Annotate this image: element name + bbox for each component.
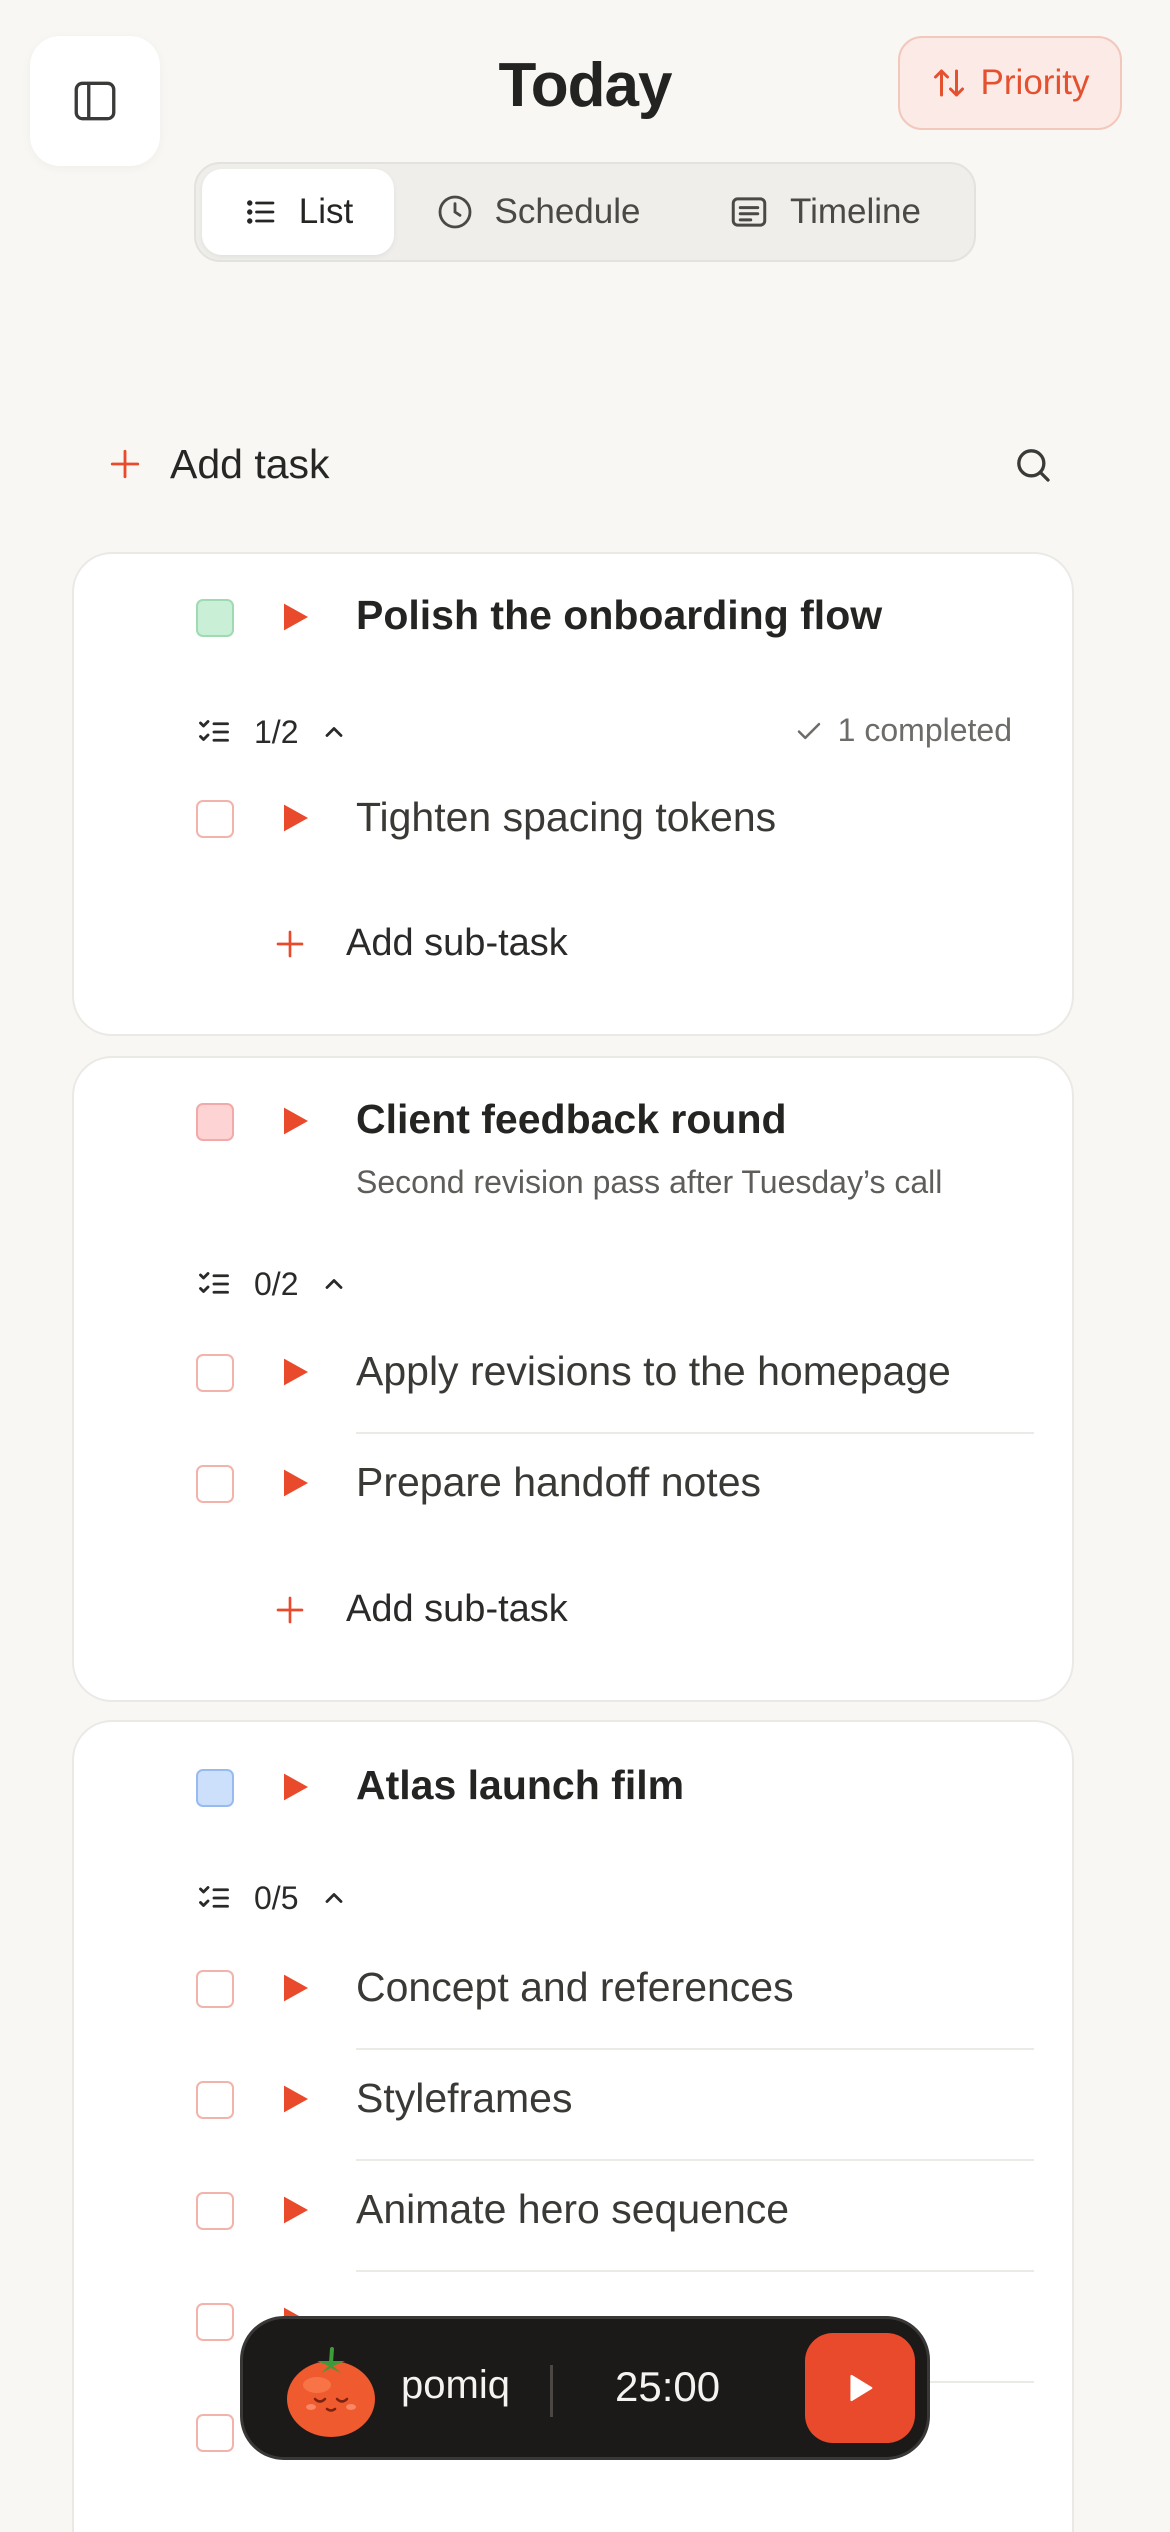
timer-divider [550, 2365, 553, 2417]
task-checkbox[interactable] [196, 1103, 234, 1141]
tab-list-label: List [298, 192, 354, 231]
subtask-checkbox[interactable] [196, 2081, 234, 2119]
subtask-progress-toggle[interactable]: 0/5 [196, 1878, 348, 1918]
priority-flag-icon [284, 804, 308, 832]
sort-arrows-icon [933, 69, 964, 97]
completed-toggle[interactable]: 1 completed [794, 712, 1012, 749]
subtask-title[interactable]: Prepare handoff notes [356, 1459, 761, 1506]
subtask-progress-toggle[interactable]: 1/2 [196, 712, 348, 752]
checklist-icon [199, 720, 229, 742]
subtask-title[interactable]: Styleframes [356, 2075, 572, 2122]
subtask-divider [356, 2159, 1034, 2161]
search-icon [1017, 449, 1050, 482]
view-switcher: List Schedule Timeline [194, 162, 976, 262]
subtask-checkbox[interactable] [196, 2414, 234, 2452]
completed-count: 1 completed [837, 712, 1012, 748]
add-subtask-button[interactable]: Add sub-task [274, 922, 568, 965]
tab-schedule-label: Schedule [494, 192, 641, 231]
task-title[interactable]: Atlas launch film [356, 1762, 684, 1809]
start-timer-button[interactable] [805, 2333, 915, 2443]
subtask-divider [356, 1432, 1034, 1434]
subtask-title[interactable]: Tighten spacing tokens [356, 794, 776, 841]
task-title[interactable]: Client feedback round [356, 1096, 787, 1143]
checklist-icon [199, 1272, 229, 1294]
subtask-checkbox[interactable] [196, 2303, 234, 2341]
plus-icon [110, 449, 140, 479]
task-card: Client feedback round Second revision pa… [72, 1056, 1074, 1702]
plus-icon [276, 1596, 304, 1623]
timeline-icon [731, 197, 767, 227]
subtask-checkbox[interactable] [196, 1354, 234, 1392]
subtask-checkbox[interactable] [196, 1970, 234, 2008]
task-title[interactable]: Polish the onboarding flow [356, 592, 882, 639]
add-task-row[interactable]: Add task [108, 428, 1058, 500]
tomato-mascot-icon [287, 2347, 375, 2437]
timer-app-name: pomiq [401, 2363, 510, 2407]
chevron-up-icon [326, 1279, 343, 1289]
add-subtask-button[interactable]: Add sub-task [274, 1588, 568, 1631]
chevron-up-icon [326, 727, 343, 737]
task-card: Polish the onboarding flow 1/2 1 complet… [72, 552, 1074, 1036]
subtask-progress-toggle[interactable]: 0/2 [196, 1264, 348, 1304]
checklist-icon [199, 1886, 229, 1908]
subtask-checkbox[interactable] [196, 800, 234, 838]
search-button[interactable] [1008, 440, 1058, 490]
subtask-checkbox[interactable] [196, 1465, 234, 1503]
subtask-progress: 0/5 [254, 1879, 299, 1916]
subtask-title[interactable]: Apply revisions to the homepage [356, 1348, 951, 1395]
priority-sort-button[interactable]: Priority [898, 36, 1122, 130]
add-subtask-label: Add sub-task [346, 1588, 568, 1630]
priority-flag-icon [284, 2196, 308, 2224]
priority-label: Priority [980, 63, 1090, 102]
add-task-label: Add task [170, 440, 330, 487]
priority-flag-icon [284, 1773, 308, 1801]
list-icon [246, 200, 275, 224]
tab-list[interactable]: List [202, 169, 394, 255]
tab-timeline[interactable]: Timeline [681, 169, 968, 255]
subtask-divider [356, 2048, 1034, 2050]
check-icon [797, 722, 820, 739]
timer-countdown: 25:00 [615, 2363, 721, 2410]
priority-flag-icon [284, 2085, 308, 2113]
add-subtask-label: Add sub-task [346, 922, 568, 964]
play-icon [850, 2374, 873, 2402]
priority-flag-icon [284, 1358, 308, 1386]
priority-flag-icon [284, 1107, 308, 1135]
plus-icon [276, 930, 304, 957]
priority-flag-icon [284, 1974, 308, 2002]
subtask-progress: 1/2 [254, 713, 299, 750]
subtask-title[interactable]: Animate hero sequence [356, 2186, 789, 2233]
clock-icon [438, 195, 471, 229]
priority-flag-icon [284, 1469, 308, 1497]
tab-timeline-label: Timeline [790, 192, 921, 231]
subtask-title[interactable]: Concept and references [356, 1964, 794, 2011]
subtask-divider [356, 2270, 1034, 2272]
task-note: Second revision pass after Tuesday’s cal… [356, 1164, 943, 1200]
priority-flag-icon [284, 603, 308, 631]
subtask-progress: 0/2 [254, 1265, 299, 1302]
subtask-checkbox[interactable] [196, 2192, 234, 2230]
task-checkbox[interactable] [196, 599, 234, 637]
tab-schedule[interactable]: Schedule [394, 169, 681, 255]
focus-timer-bar[interactable]: pomiq 25:00 [240, 2316, 930, 2460]
chevron-up-icon [326, 1893, 343, 1903]
task-checkbox[interactable] [196, 1769, 234, 1807]
